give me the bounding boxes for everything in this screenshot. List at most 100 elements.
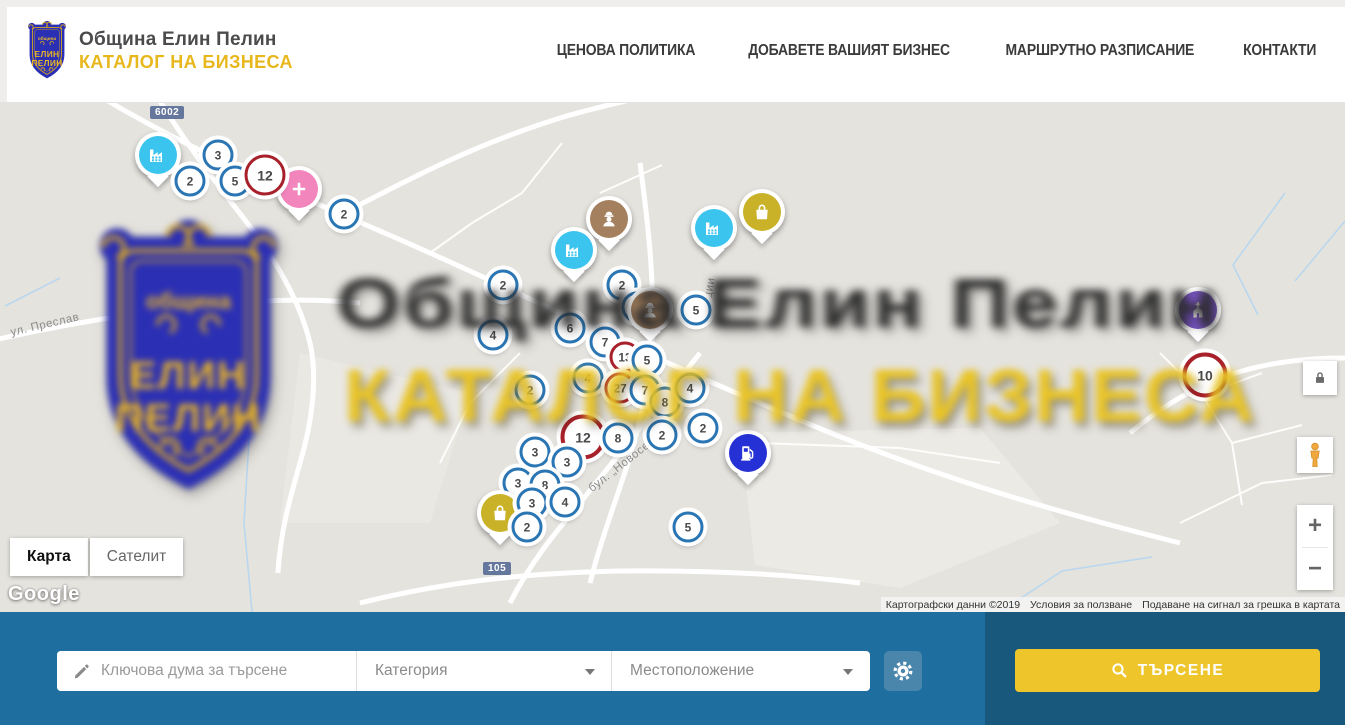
- svg-text:ЕЛИН: ЕЛИН: [35, 48, 60, 58]
- map-canvas[interactable]: ул. Преславциибул. „Новосел6002105 32512…: [0, 103, 1345, 612]
- fuel-pin[interactable]: [725, 430, 771, 476]
- report-error-link[interactable]: Подаване на сигнал за грешка в картата: [1137, 599, 1345, 611]
- location-select[interactable]: Местоположение: [612, 651, 869, 691]
- cluster-marker[interactable]: 4: [573, 363, 604, 394]
- map-view-button[interactable]: Карта: [10, 538, 88, 576]
- church-icon: [1179, 291, 1217, 329]
- nav-item-route-schedule[interactable]: МАРШРУТНО РАЗПИСАНИЕ: [1006, 42, 1195, 60]
- cluster-marker[interactable]: 4: [478, 320, 509, 351]
- cluster-count: 2: [500, 278, 507, 292]
- satellite-view-button[interactable]: Сателит: [90, 538, 183, 576]
- map-type-control: Карта Сателит: [10, 538, 183, 576]
- pegman-icon: [1304, 442, 1326, 468]
- fuel-icon: [729, 434, 767, 472]
- cluster-count: 2: [527, 383, 534, 397]
- factory-icon: [555, 231, 593, 269]
- cluster-count: 10: [1197, 367, 1213, 383]
- cluster-count: 4: [562, 495, 569, 509]
- factory-pin[interactable]: [135, 132, 181, 178]
- worker-icon: [590, 200, 628, 238]
- pegman-control[interactable]: [1297, 437, 1333, 473]
- cluster-count: 4: [687, 381, 694, 395]
- cluster-marker[interactable]: 2: [488, 270, 519, 301]
- google-logo[interactable]: Google: [8, 583, 80, 606]
- worker-pin[interactable]: [627, 287, 673, 333]
- category-select[interactable]: Категория: [357, 651, 612, 691]
- factory-pin[interactable]: [691, 205, 737, 251]
- cluster-marker[interactable]: 2: [647, 420, 678, 451]
- cluster-count: 5: [685, 520, 692, 534]
- keyword-field: [57, 651, 357, 691]
- search-icon: [1111, 662, 1128, 679]
- cluster-marker[interactable]: 4: [550, 487, 581, 518]
- cluster-marker[interactable]: 2: [512, 512, 543, 543]
- location-value: Местоположение: [630, 662, 754, 680]
- cluster-marker[interactable]: 3: [520, 437, 551, 468]
- cluster-count: 12: [575, 429, 591, 445]
- cluster-count: 3: [215, 148, 222, 162]
- cluster-marker[interactable]: 2: [175, 166, 206, 197]
- category-value: Категория: [375, 662, 447, 680]
- worker-pin[interactable]: [586, 196, 632, 242]
- pencil-icon: [72, 661, 92, 686]
- cluster-count: 2: [341, 207, 348, 221]
- cluster-count: 8: [615, 431, 622, 445]
- plus-icon: [280, 170, 318, 208]
- lock-icon: [1310, 368, 1330, 388]
- zoom-out-button[interactable]: −: [1297, 548, 1333, 590]
- cluster-count: 4: [490, 328, 497, 342]
- cluster-marker[interactable]: 3: [552, 447, 583, 478]
- cluster-marker[interactable]: 2: [688, 413, 719, 444]
- cluster-count: 7: [642, 383, 649, 397]
- logo-subtitle: КАТАЛОГ НА БИЗНЕСА: [79, 52, 293, 73]
- cluster-marker[interactable]: 4: [675, 373, 706, 404]
- gear-icon: [892, 660, 914, 682]
- municipality-crest-icon: общинаЕЛИНПЕЛИН: [25, 21, 69, 82]
- search-fields: Категория Местоположение: [57, 651, 870, 691]
- zoom-in-button[interactable]: +: [1297, 505, 1333, 547]
- cluster-marker[interactable]: 2: [329, 199, 360, 230]
- cluster-marker[interactable]: 10: [1183, 353, 1228, 398]
- lock-pan-button[interactable]: [1303, 361, 1337, 395]
- page: общинаЕЛИНПЕЛИН Община Елин Пелин КАТАЛО…: [0, 0, 1345, 725]
- cluster-marker[interactable]: 5: [681, 295, 712, 326]
- search-bar: Категория Местоположение ТЪРСЕНЕ: [0, 612, 1345, 725]
- main-nav: ЦЕНОВА ПОЛИТИКА ДОБАВЕТЕ ВАШИЯТ БИЗНЕС М…: [549, 42, 1320, 60]
- factory-icon: [695, 209, 733, 247]
- header: общинаЕЛИНПЕЛИН Община Елин Пелин КАТАЛО…: [0, 0, 1345, 103]
- cluster-count: 2: [524, 520, 531, 534]
- site-logo[interactable]: общинаЕЛИНПЕЛИН Община Елин Пелин КАТАЛО…: [25, 21, 293, 82]
- cluster-count: 5: [232, 174, 239, 188]
- nav-item-add-business[interactable]: ДОБАВЕТЕ ВАШИЯТ БИЗНЕС: [748, 42, 950, 60]
- nav-item-pricing[interactable]: ЦЕНОВА ПОЛИТИКА: [557, 42, 696, 60]
- cluster-count: 3: [564, 455, 571, 469]
- chevron-down-icon: [843, 669, 853, 675]
- cluster-marker[interactable]: 8: [603, 423, 634, 454]
- cluster-count: 4: [585, 371, 592, 385]
- cluster-marker[interactable]: 6: [555, 313, 586, 344]
- map-attribution: Картографски данни ©2019 Условия за полз…: [881, 597, 1345, 612]
- advanced-search-button[interactable]: [884, 651, 922, 691]
- cluster-marker[interactable]: 12: [245, 155, 286, 196]
- zoom-control: + −: [1297, 505, 1333, 590]
- search-button[interactable]: ТЪРСЕНЕ: [1015, 649, 1320, 692]
- shopping-bag-icon: [743, 193, 781, 231]
- church-pin[interactable]: [1175, 287, 1221, 333]
- nav-item-contacts[interactable]: КОНТАКТИ: [1243, 42, 1316, 60]
- shopping-bag-pin[interactable]: [739, 189, 785, 235]
- logo-text: Община Елин Пелин КАТАЛОГ НА БИЗНЕСА: [79, 29, 293, 73]
- cluster-count: 3: [515, 476, 522, 490]
- cluster-count: 3: [532, 445, 539, 459]
- cluster-marker[interactable]: 2: [515, 375, 546, 406]
- keyword-input[interactable]: [57, 651, 356, 691]
- chevron-down-icon: [585, 669, 595, 675]
- cluster-marker[interactable]: 5: [632, 345, 663, 376]
- search-button-label: ТЪРСЕНЕ: [1138, 662, 1224, 680]
- cluster-marker[interactable]: 5: [673, 512, 704, 543]
- cluster-count: 2: [187, 174, 194, 188]
- factory-pin[interactable]: [551, 227, 597, 273]
- markers-layer: 32512222354671354227784128223338342510: [0, 103, 1345, 612]
- map-copyright: Картографски данни ©2019: [881, 599, 1025, 611]
- cluster-count: 8: [662, 395, 669, 409]
- terms-link[interactable]: Условия за ползване: [1025, 599, 1137, 611]
